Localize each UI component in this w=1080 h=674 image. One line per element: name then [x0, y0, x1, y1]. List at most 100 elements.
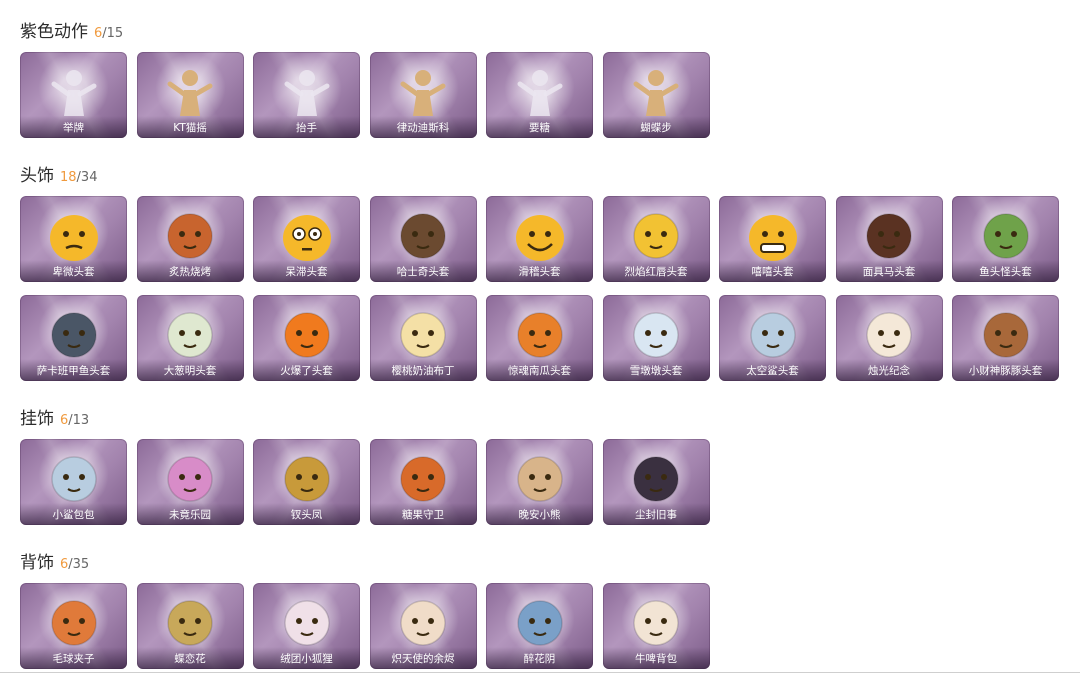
item-label: 萨卡班甲鱼头套	[20, 359, 127, 381]
item-grid: 卑微头套 炙热烧烤 呆滞头套 哈士奇头套 滑稽头套 烈焰红唇头套 嘻嘻头套 面具马头套 鱼头怪头…	[20, 196, 1059, 381]
total-count: /13	[68, 413, 90, 428]
item-card[interactable]: 尘封旧事	[602, 439, 710, 525]
item-label: 大葱明头套	[136, 359, 244, 381]
prince-pendant-icon	[623, 449, 689, 509]
space-shark-head-icon	[740, 305, 806, 365]
item-card[interactable]: 钗头凤	[253, 439, 360, 525]
item-card[interactable]: 烈焰红唇头套	[602, 196, 710, 282]
item-label: 未竟乐园	[136, 503, 244, 525]
item-label: 哈士奇头套	[369, 260, 477, 282]
item-label: 樱桃奶油布丁	[369, 359, 477, 381]
item-label: 呆滞头套	[253, 260, 360, 282]
section-header: 紫色动作 6/15	[20, 17, 123, 42]
section-title: 紫色动作	[20, 22, 88, 42]
section-title: 挂饰	[20, 409, 54, 429]
item-label: 律动迪斯科	[369, 116, 477, 138]
item-card[interactable]: 绒团小狐狸	[253, 583, 360, 669]
item-card[interactable]: 举牌	[20, 52, 127, 138]
phoenix-pendant-icon	[274, 449, 340, 509]
item-label: 蝶恋花	[136, 647, 244, 669]
item-card[interactable]: 太空鲨头套	[719, 295, 826, 381]
item-grid: 举牌 KT猫摇 抬手 律动迪斯科 要糖 蝴蝶步	[20, 52, 1059, 138]
item-label: 糖果守卫	[369, 503, 477, 525]
item-label: 鱼头怪头套	[952, 260, 1059, 282]
item-card[interactable]: 牛啤背包	[602, 583, 710, 669]
doll-pendant-icon	[157, 449, 223, 509]
fox-clip-back-icon	[41, 593, 107, 653]
item-label: 毛球夹子	[20, 647, 127, 669]
item-card[interactable]: KT猫摇	[136, 52, 244, 138]
item-card[interactable]: 要糖	[486, 52, 593, 138]
collection-count: 6/15	[94, 26, 123, 41]
funny-emoji-head-icon	[507, 206, 573, 266]
section-header: 背饰 6/35	[20, 548, 89, 573]
item-label: 牛啤背包	[602, 647, 710, 669]
raise-hand-pose-icon	[274, 62, 340, 122]
item-card[interactable]: 面具马头套	[835, 196, 943, 282]
item-card[interactable]: 惊魂南瓜头套	[486, 295, 593, 381]
item-card[interactable]: 呆滞头套	[253, 196, 360, 282]
item-card[interactable]: 嘻嘻头套	[719, 196, 826, 282]
item-card[interactable]: 律动迪斯科	[369, 52, 477, 138]
item-label: 滑稽头套	[486, 260, 593, 282]
item-grid: 小鲨包包 未竟乐园 钗头凤 糖果守卫 晚安小熊 尘封旧事	[20, 439, 1059, 525]
item-card[interactable]: 樱桃奶油布丁	[369, 295, 477, 381]
item-card[interactable]: 哈士奇头套	[369, 196, 477, 282]
disco-pose-icon	[390, 62, 456, 122]
item-card[interactable]: 小鲨包包	[20, 439, 127, 525]
item-card[interactable]: 蝴蝶步	[602, 52, 710, 138]
item-card[interactable]: 鱼头怪头套	[952, 196, 1059, 282]
item-label: 绒团小狐狸	[253, 647, 360, 669]
grin-emoji-head-icon	[740, 206, 806, 266]
angel-back-icon	[390, 593, 456, 653]
item-card[interactable]: 蝶恋花	[136, 583, 244, 669]
item-label: 烛光纪念	[835, 359, 943, 381]
capybara-god-head-icon	[973, 305, 1039, 365]
item-label: 抬手	[253, 116, 360, 138]
item-label: 尘封旧事	[602, 503, 710, 525]
sacabambaspis-head-icon	[41, 305, 107, 365]
section-actions: 紫色动作 6/15 举牌 KT猫摇 抬手 律动迪斯科 要糖 蝴蝶步	[20, 17, 710, 138]
pudding-head-icon	[390, 305, 456, 365]
item-card[interactable]: 大葱明头套	[136, 295, 244, 381]
item-card[interactable]: 萨卡班甲鱼头套	[20, 295, 127, 381]
item-card[interactable]: 未竟乐园	[136, 439, 244, 525]
section-pendants: 挂饰 6/13 小鲨包包 未竟乐园 钗头凤 糖果守卫 晚安小熊 尘封旧事	[20, 404, 710, 525]
scallion-head-icon	[157, 305, 223, 365]
item-label: 小鲨包包	[20, 503, 127, 525]
shark-bag-pendant-icon	[41, 449, 107, 509]
sign-pose-icon	[41, 62, 107, 122]
flower-cage-back-icon	[507, 593, 573, 653]
fish-monster-head-icon	[973, 206, 1039, 266]
item-card[interactable]: 炽天使的余烬	[369, 583, 477, 669]
snow-deer-head-icon	[623, 305, 689, 365]
item-card[interactable]: 糖果守卫	[369, 439, 477, 525]
item-card[interactable]: 晚安小熊	[486, 439, 593, 525]
item-card[interactable]: 小财神豚豚头套	[952, 295, 1059, 381]
section-title: 背饰	[20, 553, 54, 573]
butterfly-flower-back-icon	[157, 593, 223, 653]
cat-shake-pose-icon	[157, 62, 223, 122]
item-card[interactable]: 滑稽头套	[486, 196, 593, 282]
item-card[interactable]: 雪墩墩头套	[602, 295, 710, 381]
item-card[interactable]: 炙热烧烤	[136, 196, 244, 282]
item-label: 钗头凤	[253, 503, 360, 525]
husky-head-icon	[390, 206, 456, 266]
section-headwear: 头饰 18/34 卑微头套 炙热烧烤 呆滞头套 哈士奇头套 滑稽头套 烈焰红唇头套 嘻嘻头套…	[20, 161, 1059, 381]
item-label: 烈焰红唇头套	[602, 260, 710, 282]
total-count: /15	[102, 26, 124, 41]
fire-head-icon	[274, 305, 340, 365]
item-card[interactable]: 火爆了头套	[253, 295, 360, 381]
ask-candy-pose-icon	[507, 62, 573, 122]
item-label: 晚安小熊	[486, 503, 593, 525]
item-card[interactable]: 醉花阴	[486, 583, 593, 669]
cow-beer-back-icon	[623, 593, 689, 653]
bottom-divider	[0, 672, 1080, 673]
item-card[interactable]: 抬手	[253, 52, 360, 138]
item-card[interactable]: 烛光纪念	[835, 295, 943, 381]
item-card[interactable]: 毛球夹子	[20, 583, 127, 669]
candle-head-icon	[856, 305, 922, 365]
item-label: 炽天使的余烬	[369, 647, 477, 669]
item-card[interactable]: 卑微头套	[20, 196, 127, 282]
item-label: 太空鲨头套	[719, 359, 826, 381]
